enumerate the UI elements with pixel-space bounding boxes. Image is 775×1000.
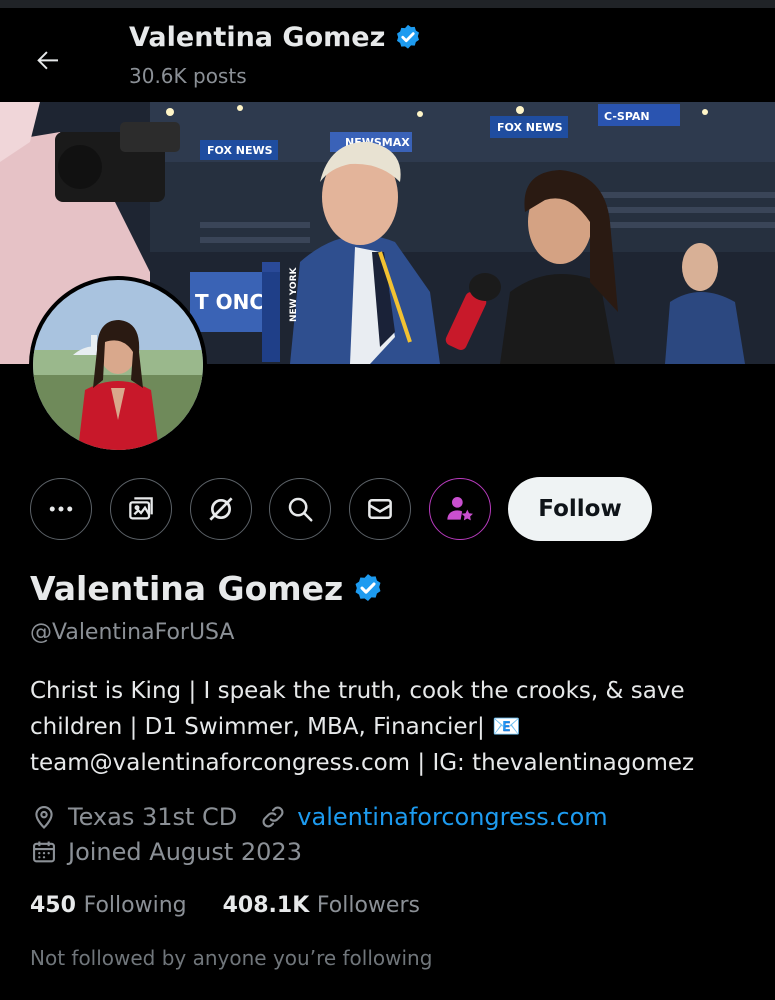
profile-avatar[interactable] — [29, 276, 207, 454]
banner-sign-2: FOX NEWS — [497, 121, 563, 134]
header-title: Valentina Gomez — [129, 22, 423, 53]
profile-header: Valentina Gomez 30.6K posts — [0, 8, 775, 102]
link-icon — [259, 803, 287, 831]
mail-icon — [368, 499, 392, 519]
bio-line: children | D1 Swimmer, MBA, Financier| 📧 — [30, 714, 521, 740]
profile-meta-row: Texas 31st CD valentinaforcongress.com — [30, 803, 608, 831]
location-pin-icon — [30, 803, 58, 831]
avatar-photo — [33, 280, 203, 450]
mutual-followers-note: Not followed by anyone you’re following — [30, 946, 433, 970]
message-button[interactable] — [349, 478, 411, 540]
banner-sign-1: FOX NEWS — [207, 144, 273, 157]
subscribe-button[interactable] — [429, 478, 491, 540]
profile-joined-row: Joined August 2023 — [30, 838, 302, 866]
profile-joined-date: Joined August 2023 — [68, 838, 302, 866]
profile-bio: Christ is King | I speak the truth, cook… — [30, 673, 750, 781]
more-dots-icon — [49, 506, 73, 512]
follow-stats: 450 Following 408.1K Followers — [30, 893, 420, 918]
banner-sign-5: T ONC — [195, 290, 264, 314]
media-button[interactable] — [110, 478, 172, 540]
banner-sign-6: NEW YORK — [289, 266, 299, 322]
grok-button[interactable] — [190, 478, 252, 540]
banner-sign-4: C-SPAN — [604, 110, 650, 123]
bio-line: Christ is King | I speak the truth, cook… — [30, 678, 685, 704]
following-label: Following — [83, 893, 187, 918]
status-strip — [0, 0, 775, 8]
bio-line[interactable]: team@valentinaforcongress.com | IG: thev… — [30, 745, 750, 781]
profile-name: Valentina Gomez — [30, 569, 344, 608]
subscribe-star-icon — [447, 497, 473, 521]
profile-name-row: Valentina Gomez — [30, 569, 385, 608]
followers-label: Followers — [316, 893, 420, 918]
header-name: Valentina Gomez — [129, 22, 386, 53]
profile-location: Texas 31st CD — [68, 803, 238, 831]
follow-button[interactable]: Follow — [508, 477, 652, 541]
profile-website-link[interactable]: valentinaforcongress.com — [297, 803, 607, 831]
back-button[interactable] — [30, 42, 66, 78]
following-count: 450 — [30, 893, 84, 918]
following-stat[interactable]: 450 Following — [30, 893, 187, 918]
profile-handle: @ValentinaForUSA — [30, 620, 235, 645]
followers-count: 408.1K — [222, 893, 317, 918]
arrow-left-icon — [37, 51, 58, 70]
media-icon — [129, 497, 153, 520]
grok-icon — [209, 497, 233, 521]
verified-badge-icon — [397, 24, 420, 49]
followers-stat[interactable]: 408.1K Followers — [223, 893, 420, 918]
verified-badge-icon[interactable] — [351, 572, 385, 606]
post-count: 30.6K posts — [129, 64, 247, 88]
more-button[interactable] — [30, 478, 92, 540]
search-icon — [288, 497, 313, 522]
calendar-icon — [30, 838, 58, 866]
search-button[interactable] — [269, 478, 331, 540]
